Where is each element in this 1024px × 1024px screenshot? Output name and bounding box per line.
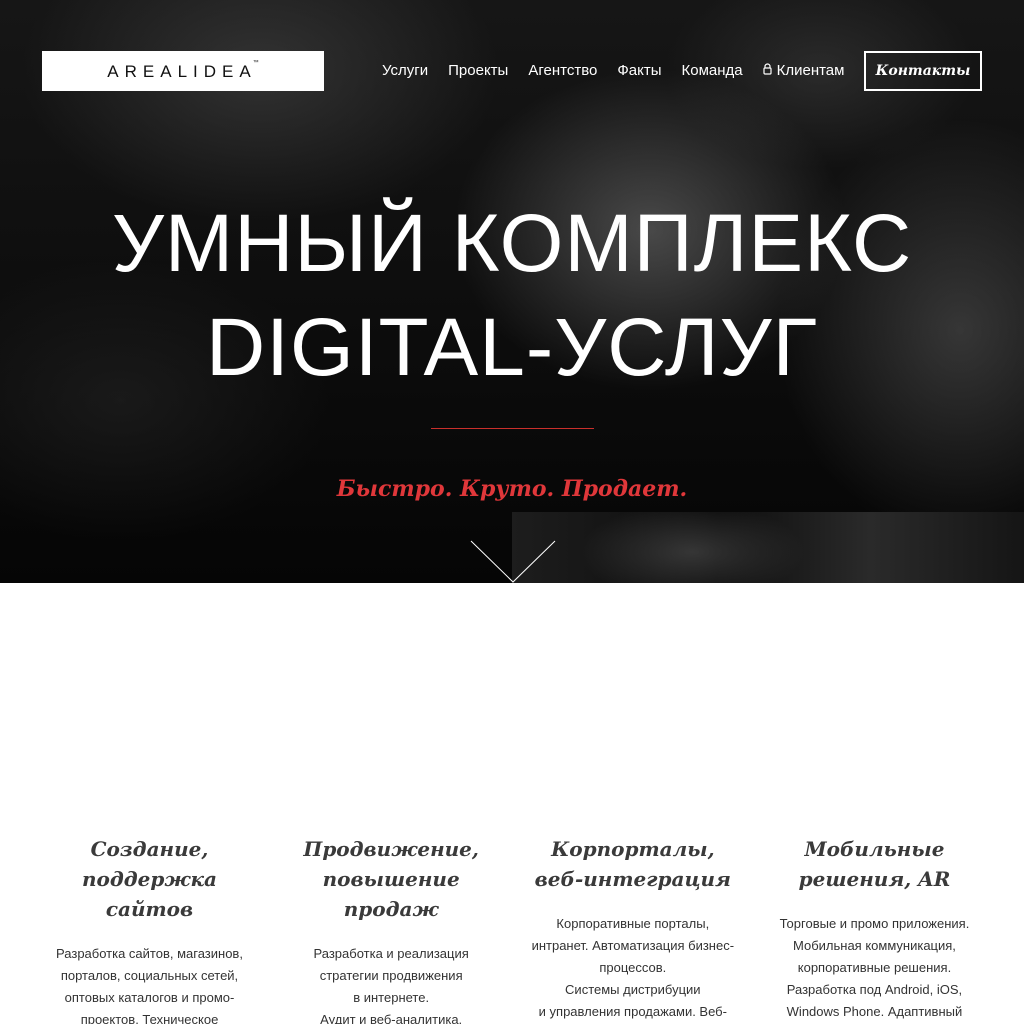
service-promotion: Продвижение, повышение продаж Разработка… — [284, 834, 499, 1024]
service-description: Разработка сайтов, магазинов, порталов, … — [56, 946, 243, 1024]
hero-title-line-1: УМНЫЙ КОМПЛЕКС — [111, 198, 913, 289]
logo[interactable]: AREALIDEA ™ — [42, 51, 324, 91]
service-title[interactable]: Корпорталы, веб-интеграция — [525, 834, 740, 894]
service-mobile: Мобильные решения, AR Торговые и промо п… — [767, 834, 982, 1024]
nav-item-label: Услуги — [382, 62, 429, 79]
main-nav: Услуги Проекты Агентство Факты Команда К… — [382, 62, 864, 79]
service-websites: Создание, поддержка сайтов Разработка са… — [42, 834, 257, 1024]
contacts-button[interactable]: Контакты — [864, 51, 982, 91]
nav-item-agency[interactable]: Агентство — [528, 62, 597, 79]
service-title[interactable]: Мобильные решения, AR — [767, 834, 982, 894]
nav-item-services[interactable]: Услуги — [382, 62, 428, 79]
nav-item-projects[interactable]: Проекты — [448, 62, 508, 79]
nav-item-team[interactable]: Команда — [681, 62, 742, 79]
chevron-down-icon[interactable] — [470, 540, 556, 589]
service-description: Торговые и промо приложения. Мобильная к… — [779, 916, 970, 1019]
nav-item-label: Проекты — [448, 62, 509, 79]
hero-title: УМНЫЙ КОМПЛЕКС DIGITAL-УСЛУГ — [0, 192, 1024, 400]
hero-background-panel — [512, 512, 1024, 583]
service-description: Корпоративные порталы, интранет. Автомат… — [531, 916, 735, 1019]
service-description: Разработка и реализация стратегии продви… — [313, 946, 469, 1024]
logo-text: AREALIDEA — [107, 62, 257, 81]
logo-trademark: ™ — [252, 60, 259, 66]
service-title[interactable]: Продвижение, повышение продаж — [284, 834, 499, 924]
nav-item-label: Факты — [617, 62, 662, 79]
service-corporate-portals: Корпорталы, веб-интеграция Корпоративные… — [525, 834, 740, 1024]
nav-item-label: Клиентам — [776, 62, 845, 79]
nav-item-clients[interactable]: Клиентам — [763, 62, 845, 79]
nav-item-label: Команда — [681, 62, 743, 79]
services-section: Создание, поддержка сайтов Разработка са… — [42, 834, 982, 1024]
nav-item-label: Агентство — [528, 62, 598, 79]
hero-title-line-2: DIGITAL-УСЛУГ — [205, 302, 819, 393]
nav-item-facts[interactable]: Факты — [617, 62, 661, 79]
service-title[interactable]: Создание, поддержка сайтов — [42, 834, 257, 924]
lock-icon — [763, 62, 772, 79]
hero-tagline: Быстро. Круто. Продает. — [336, 476, 688, 502]
hero-divider — [431, 428, 594, 429]
